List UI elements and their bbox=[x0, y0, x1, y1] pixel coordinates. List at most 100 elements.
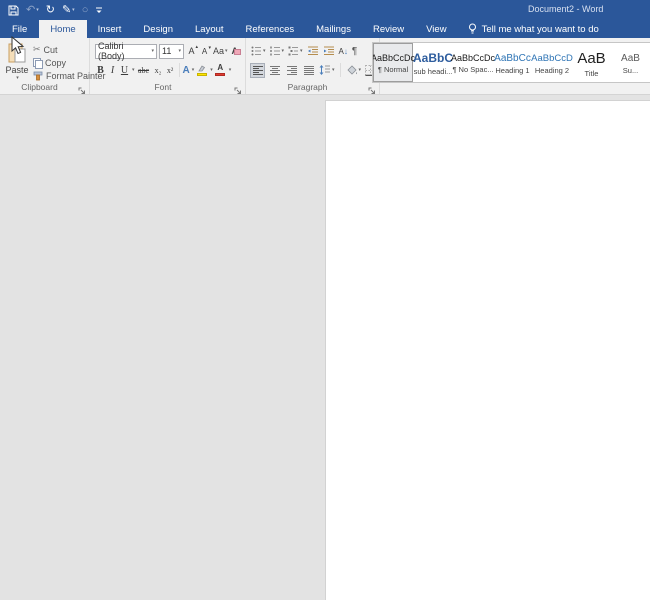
tab-insert[interactable]: Insert bbox=[87, 20, 133, 38]
sort-arrow: ↓ bbox=[344, 47, 348, 56]
font-color-dropdown-icon[interactable]: ▾ bbox=[229, 67, 232, 73]
style-preview: AaBbCcD bbox=[531, 53, 573, 64]
font-dialog-launcher-icon[interactable] bbox=[234, 83, 243, 92]
font-group-label: Font bbox=[91, 82, 235, 92]
undo-icon[interactable]: ↶▾ bbox=[26, 2, 39, 18]
font-size-combobox[interactable]: 11 ▾ bbox=[159, 44, 184, 59]
style-sub-heading[interactable]: AaBbC sub headi... bbox=[413, 43, 453, 82]
style-no-spacing[interactable]: AaBbCcDc ¶ No Spac... bbox=[453, 43, 493, 82]
align-left-button[interactable] bbox=[250, 63, 265, 78]
shading-button[interactable]: ▾ bbox=[345, 64, 363, 77]
align-center-button[interactable] bbox=[267, 63, 282, 78]
clear-formatting-button[interactable]: A bbox=[231, 45, 240, 57]
grow-font-button[interactable]: A▴ bbox=[186, 46, 197, 56]
multilevel-dropdown-icon[interactable]: ▾ bbox=[300, 48, 303, 54]
clipboard-group-label: Clipboard bbox=[0, 82, 79, 92]
show-hide-paragraph-button[interactable]: ¶ bbox=[351, 45, 358, 58]
font-name-dropdown-icon[interactable]: ▾ bbox=[151, 48, 154, 54]
ribbon-tab-row: File Home Insert Design Layout Reference… bbox=[0, 20, 650, 38]
font-color-button[interactable]: A bbox=[214, 64, 227, 76]
font-name-combobox[interactable]: Calibri (Body) ▾ bbox=[95, 44, 157, 59]
mouse-cursor bbox=[11, 36, 25, 55]
paragraph-row-2: ▾ ▾ ▾ bbox=[250, 62, 381, 78]
numbering-button[interactable]: ▾ bbox=[269, 45, 286, 57]
font-group: Calibri (Body) ▾ 11 ▾ A▴ A▾ Aa▾ A B I U … bbox=[91, 38, 246, 94]
bullets-icon bbox=[251, 46, 262, 56]
tell-me-box[interactable]: Tell me what you want to do bbox=[458, 20, 609, 38]
increase-indent-button[interactable] bbox=[322, 45, 336, 57]
tab-home[interactable]: Home bbox=[39, 20, 86, 38]
tab-design[interactable]: Design bbox=[132, 20, 184, 38]
highlighter-icon bbox=[197, 65, 206, 72]
ribbon: Paste ▾ ✂ Cut Copy Format Painter Clipbo… bbox=[0, 38, 650, 95]
justify-icon bbox=[304, 66, 314, 75]
document-page[interactable] bbox=[325, 100, 650, 600]
save-icon[interactable] bbox=[8, 5, 19, 16]
subscript-button[interactable]: x₂ bbox=[153, 63, 164, 78]
italic-button[interactable]: I bbox=[107, 63, 118, 78]
customize-qat-icon[interactable] bbox=[95, 5, 103, 15]
paragraph-group-label: Paragraph bbox=[246, 82, 369, 92]
superscript-button[interactable]: x² bbox=[165, 63, 176, 78]
line-spacing-button[interactable]: ▾ bbox=[318, 64, 336, 76]
undo-dropdown-icon[interactable]: ▾ bbox=[36, 2, 39, 18]
style-heading-2[interactable]: AaBbCcD Heading 2 bbox=[532, 43, 572, 82]
redo-icon[interactable]: ↻ bbox=[46, 2, 55, 18]
strikethrough-button[interactable]: abc bbox=[136, 63, 152, 78]
highlight-color-button[interactable] bbox=[195, 65, 208, 76]
style-title[interactable]: AaB Title bbox=[572, 43, 611, 82]
style-preview: AaB bbox=[577, 50, 605, 67]
pen-tool-icon[interactable]: ✎▾ bbox=[62, 2, 75, 18]
lightbulb-icon bbox=[468, 23, 477, 35]
quick-access-toolbar: ↶▾ ↻ ✎▾ ○ bbox=[8, 2, 103, 18]
bold-button[interactable]: B bbox=[95, 63, 106, 78]
shading-dropdown-icon[interactable]: ▾ bbox=[359, 67, 362, 73]
styles-gallery: AaBbCcDc ¶ Normal AaBbC sub headi... AaB… bbox=[372, 42, 650, 83]
tell-me-label: Tell me what you want to do bbox=[482, 24, 599, 35]
shrink-font-button[interactable]: A▾ bbox=[199, 47, 210, 56]
tab-layout[interactable]: Layout bbox=[184, 20, 235, 38]
divider bbox=[340, 63, 341, 77]
underline-dropdown-icon[interactable]: ▾ bbox=[132, 67, 135, 73]
pen-dropdown-icon[interactable]: ▾ bbox=[72, 2, 75, 18]
highlight-dropdown-icon[interactable]: ▾ bbox=[210, 67, 213, 73]
paste-dropdown-icon[interactable]: ▾ bbox=[16, 75, 19, 81]
font-size-dropdown-icon[interactable]: ▾ bbox=[178, 48, 181, 54]
clipboard-dialog-launcher-icon[interactable] bbox=[78, 83, 87, 92]
tab-review[interactable]: Review bbox=[362, 20, 415, 38]
text-effects-dropdown-icon[interactable]: ▾ bbox=[192, 67, 195, 73]
change-case-button[interactable]: Aa▾ bbox=[212, 45, 229, 57]
bullets-dropdown-icon[interactable]: ▾ bbox=[263, 48, 266, 54]
paragraph-row-1: ▾ ▾ ▾ A↓ ¶ bbox=[250, 43, 358, 59]
style-heading-1[interactable]: AaBbCc Heading 1 bbox=[493, 43, 532, 82]
numbering-dropdown-icon[interactable]: ▾ bbox=[282, 48, 285, 54]
style-preview: AaBbCcDc bbox=[451, 53, 495, 63]
font-size-value: 11 bbox=[162, 46, 171, 56]
bullets-button[interactable]: ▾ bbox=[250, 45, 267, 57]
decrease-indent-icon bbox=[307, 46, 319, 56]
align-right-button[interactable] bbox=[284, 63, 299, 78]
style-preview: AaB bbox=[621, 53, 640, 64]
line-spacing-dropdown-icon[interactable]: ▾ bbox=[332, 67, 335, 73]
shading-icon bbox=[346, 65, 358, 76]
paragraph-dialog-launcher-icon[interactable] bbox=[368, 83, 377, 92]
tab-references[interactable]: References bbox=[235, 20, 306, 38]
sort-button[interactable]: A↓ bbox=[338, 46, 349, 57]
justify-button[interactable] bbox=[301, 63, 316, 78]
divider bbox=[179, 63, 180, 77]
multilevel-list-icon bbox=[288, 46, 299, 56]
tab-view[interactable]: View bbox=[415, 20, 457, 38]
font-row-2: B I U ▾ abc x₂ x² A ▾ ▾ A ▾ bbox=[95, 62, 231, 78]
paragraph-group: ▾ ▾ ▾ A↓ ¶ bbox=[246, 38, 380, 94]
text-effects-button[interactable]: A bbox=[183, 65, 190, 76]
underline-button[interactable]: U bbox=[119, 63, 130, 78]
shrink-font-label: A bbox=[202, 47, 207, 56]
style-subtitle[interactable]: AaB Su... bbox=[611, 43, 650, 82]
style-preview: AaBbCcDc bbox=[372, 53, 415, 63]
style-label: ¶ No Spac... bbox=[452, 65, 493, 74]
style-normal[interactable]: AaBbCcDc ¶ Normal bbox=[373, 43, 413, 82]
multilevel-list-button[interactable]: ▾ bbox=[287, 45, 304, 57]
tab-mailings[interactable]: Mailings bbox=[305, 20, 362, 38]
decrease-indent-button[interactable] bbox=[306, 45, 320, 57]
grow-font-label: A bbox=[188, 46, 194, 56]
